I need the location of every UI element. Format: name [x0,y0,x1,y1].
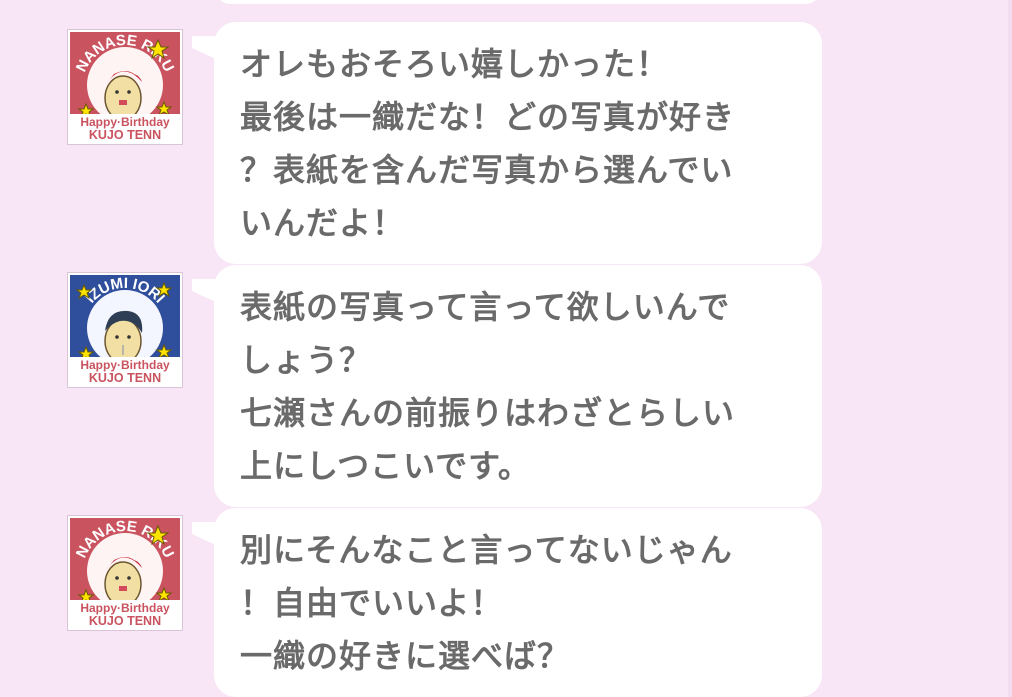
previous-message-bubble [214,0,822,4]
chat-log: NANASE RIKU Happy·Birthday KUJO TENN オレも… [0,0,1012,697]
message-line: 七瀬さんの前振りはわざとらしい [240,394,736,432]
avatar-caption-2: KUJO TENN [89,614,161,628]
message-line: 最後は一織だな！どの写真が好き [240,98,736,136]
message-line: 別にそんなこと言ってないじゃん [240,531,733,569]
avatar-caption-1: Happy·Birthday [80,115,170,129]
message-line: オレもおそろい嬉しかった！ [240,45,670,83]
scrollbar-track[interactable] [1008,0,1012,697]
message-line: 一織の好きに選べば？ [240,637,571,675]
message-line: 上にしつこいです。 [240,447,531,485]
message-line: ！自由でいいよ！ [240,584,504,622]
avatar-caption-2: KUJO TENN [89,371,161,385]
avatar-caption-2: KUJO TENN [89,128,161,142]
avatar-caption-1: Happy·Birthday [80,601,170,615]
message-bubble[interactable]: 別にそんなこと言ってないじゃん ！自由でいいよ！ 一織の好きに選べば？ [192,508,822,697]
message-line: 表紙の写真って言って欲しいんで [240,288,731,326]
message-line: しょう？ [240,341,373,379]
avatar-nanase-riku[interactable]: NANASE RIKU Happy·Birthday KUJO TENN [68,30,182,144]
avatar-izumi-iori[interactable]: IZUMI IORI Happy·Birthday KUJO TENN [68,273,182,387]
message-bubble[interactable]: オレもおそろい嬉しかった！ 最後は一織だな！どの写真が好き ？表紙を含んだ写真か… [192,22,822,264]
message-line: ？表紙を含んだ写真から選んでい [240,151,734,189]
avatar-nanase-riku[interactable]: NANASE RIKU Happy·Birthday KUJO TENN [68,516,182,630]
message-line: いんだよ！ [240,204,406,242]
message-bubble[interactable]: 表紙の写真って言って欲しいんで しょう？ 七瀬さんの前振りはわざとらしい 上にし… [192,265,822,507]
avatar-caption-1: Happy·Birthday [80,358,170,372]
